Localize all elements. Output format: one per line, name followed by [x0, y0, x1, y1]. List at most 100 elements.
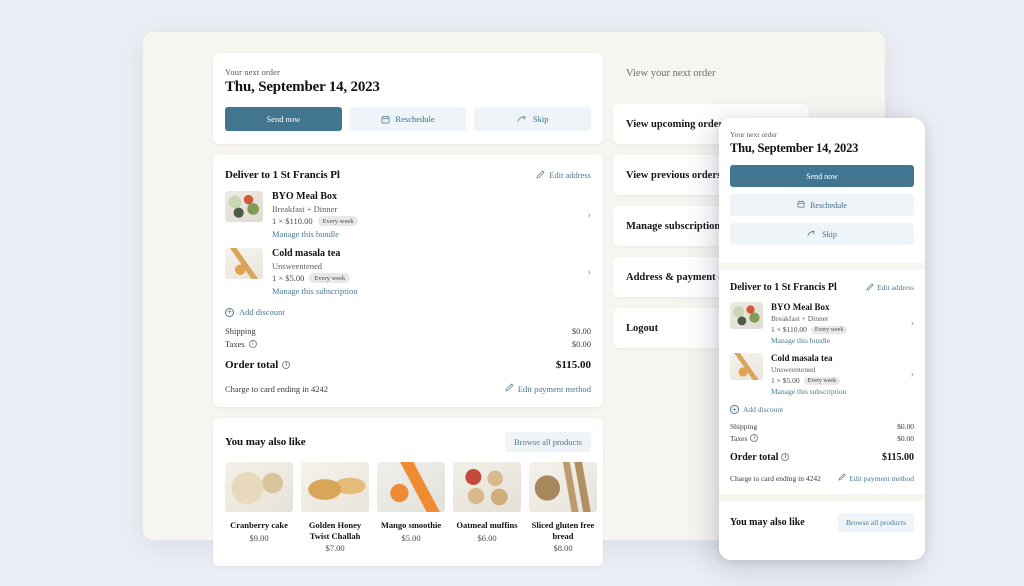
manage-bundle-link[interactable]: Manage this bundle [771, 336, 903, 345]
product-image [225, 462, 293, 512]
edit-payment-link[interactable]: Edit payment method [505, 383, 591, 394]
reschedule-button[interactable]: Reschedule [349, 107, 467, 131]
manage-bundle-link[interactable]: Manage this bundle [272, 229, 574, 239]
mobile-delivery-header: Deliver to 1 St Francis Pl Edit address [730, 282, 914, 293]
summary-row-shipping: Shipping $0.00 [225, 324, 591, 337]
mobile-recommendations-title: You may also like [730, 517, 805, 528]
manage-subscription-link[interactable]: Manage this subscription [272, 286, 574, 296]
pencil-icon [866, 283, 874, 293]
mobile-add-discount-label: Add discount [743, 405, 784, 414]
delivery-header: Deliver to 1 St Francis Pl Edit address [225, 169, 591, 181]
edit-payment-label: Edit payment method [517, 383, 591, 394]
mobile-send-now-label: Send now [806, 171, 838, 181]
add-discount-button[interactable]: + Add discount [225, 307, 591, 317]
line-item-subtitle: Unsweentened [771, 365, 816, 374]
send-now-button[interactable]: Send now [225, 107, 342, 131]
mobile-browse-all-products-button[interactable]: Browse all products [838, 513, 914, 532]
next-order-eyebrow: Your next order [225, 67, 280, 77]
mobile-line-item[interactable]: Cold masala tea Unsweentened 1 × $5.00 E… [730, 353, 914, 396]
mobile-edit-address-link[interactable]: Edit address [866, 283, 914, 293]
recommendations-header: You may also like Browse all products [225, 432, 591, 452]
charge-row: Charge to card ending in 4242 Edit payme… [225, 383, 591, 394]
browse-all-products-button[interactable]: Browse all products [505, 432, 591, 452]
frequency-badge: Every week [803, 376, 841, 385]
charge-text: Charge to card ending in 4242 [730, 473, 821, 483]
line-item[interactable]: Cold masala tea Unsweentened 1 × $5.00 E… [225, 248, 591, 296]
product-card[interactable]: Sliced gluten free bread $8.00 [529, 462, 597, 553]
product-card[interactable]: Cranberry cake $9.00 [225, 462, 293, 553]
pencil-icon [536, 170, 545, 181]
frequency-badge: Every week [317, 216, 359, 226]
line-item-name: Cold masala tea [272, 248, 341, 259]
product-thumbnail [225, 248, 263, 279]
line-item-subtitle: Unsweentened [272, 261, 323, 271]
plus-circle-icon: + [730, 405, 739, 414]
order-actions: Send now Reschedule Skip [225, 107, 592, 131]
product-thumbnail [225, 191, 263, 222]
edit-address-link[interactable]: Edit address [536, 170, 591, 181]
skip-button[interactable]: Skip [474, 107, 592, 131]
manage-subscription-link[interactable]: Manage this subscription [771, 387, 903, 396]
line-item-meta: 1 × $5.00 Every week [771, 376, 903, 385]
mobile-reschedule-button[interactable]: Reschedule [730, 194, 914, 216]
mobile-skip-button[interactable]: Skip [730, 223, 914, 245]
product-price: $6.00 [477, 532, 497, 543]
info-icon[interactable]: i [781, 453, 790, 461]
line-item-subtitle: Breakfast + Dinner [272, 204, 338, 214]
product-image [377, 462, 445, 512]
menu-item-label: View upcoming orders [626, 118, 728, 130]
mobile-line-item[interactable]: BYO Meal Box Breakfast + Dinner 1 × $110… [730, 302, 914, 345]
chevron-right-icon: › [910, 318, 914, 329]
line-item-price: 1 × $110.00 [272, 216, 313, 226]
line-item-name: Cold masala tea [771, 353, 833, 363]
order-total-text: Order total [730, 451, 779, 463]
mobile-summary-row-taxes: Taxes i $0.00 [730, 432, 914, 444]
line-item-subtitle: Breakfast + Dinner [771, 314, 829, 323]
product-card[interactable]: Mango smoothie $5.00 [377, 462, 445, 553]
line-item[interactable]: BYO Meal Box Breakfast + Dinner 1 × $110… [225, 191, 591, 239]
pencil-icon [505, 383, 514, 394]
mobile-send-now-button[interactable]: Send now [730, 165, 914, 187]
add-discount-label: Add discount [239, 307, 285, 317]
line-item-meta: 1 × $110.00 Every week [272, 216, 574, 226]
next-order-card: Your next order Thu, September 14, 2023 … [213, 53, 603, 144]
product-image [529, 462, 597, 512]
mobile-recommendations-header: You may also like Browse all products [730, 513, 914, 532]
shipping-label: Shipping [225, 325, 256, 336]
mobile-next-order-section: Your next order Thu, September 14, 2023 … [719, 118, 925, 263]
mobile-edit-payment-link[interactable]: Edit payment method [838, 473, 914, 483]
product-price: $7.00 [325, 543, 345, 554]
taxes-label-text: Taxes [225, 338, 245, 349]
taxes-value: $0.00 [571, 338, 591, 349]
mobile-preview-panel: Your next order Thu, September 14, 2023 … [719, 118, 925, 560]
skip-label: Skip [532, 114, 549, 124]
info-icon[interactable]: i [248, 339, 257, 348]
mobile-order-total-row: Order total i $115.00 [730, 450, 914, 464]
mobile-recommendations-section: You may also like Browse all products [719, 501, 925, 543]
mobile-next-order-eyebrow: Your next order [730, 130, 778, 139]
info-icon[interactable]: i [750, 434, 759, 442]
order-total-label: Order total i [225, 359, 291, 371]
menu-item-label: View your next order [626, 67, 716, 79]
product-image [453, 462, 521, 512]
product-card[interactable]: Oatmeal muffins $6.00 [453, 462, 521, 553]
product-name: Golden Honey Twist Challah [308, 520, 362, 541]
menu-item-label: View previous orders [626, 169, 722, 181]
edit-address-label: Edit address [549, 170, 591, 180]
reschedule-label: Reschedule [395, 114, 435, 124]
product-card[interactable]: Golden Honey Twist Challah $7.00 [301, 462, 369, 553]
order-total-value: $115.00 [882, 451, 914, 463]
line-item-price: 1 × $5.00 [272, 273, 305, 283]
product-price: $5.00 [401, 532, 421, 543]
shipping-value: $0.00 [571, 325, 591, 336]
line-item-name: BYO Meal Box [771, 302, 830, 312]
chevron-right-icon: › [587, 209, 591, 221]
product-thumbnail [730, 302, 763, 329]
mobile-edit-address-label: Edit address [877, 283, 914, 292]
info-icon[interactable]: i [282, 360, 291, 369]
charge-text: Charge to card ending in 4242 [225, 383, 329, 394]
mobile-add-discount-button[interactable]: + Add discount [730, 405, 914, 414]
menu-item-label: Manage subscriptions [626, 220, 725, 232]
mobile-edit-payment-label: Edit payment method [849, 473, 914, 483]
menu-item-view-next-order[interactable]: View your next order [613, 53, 809, 93]
